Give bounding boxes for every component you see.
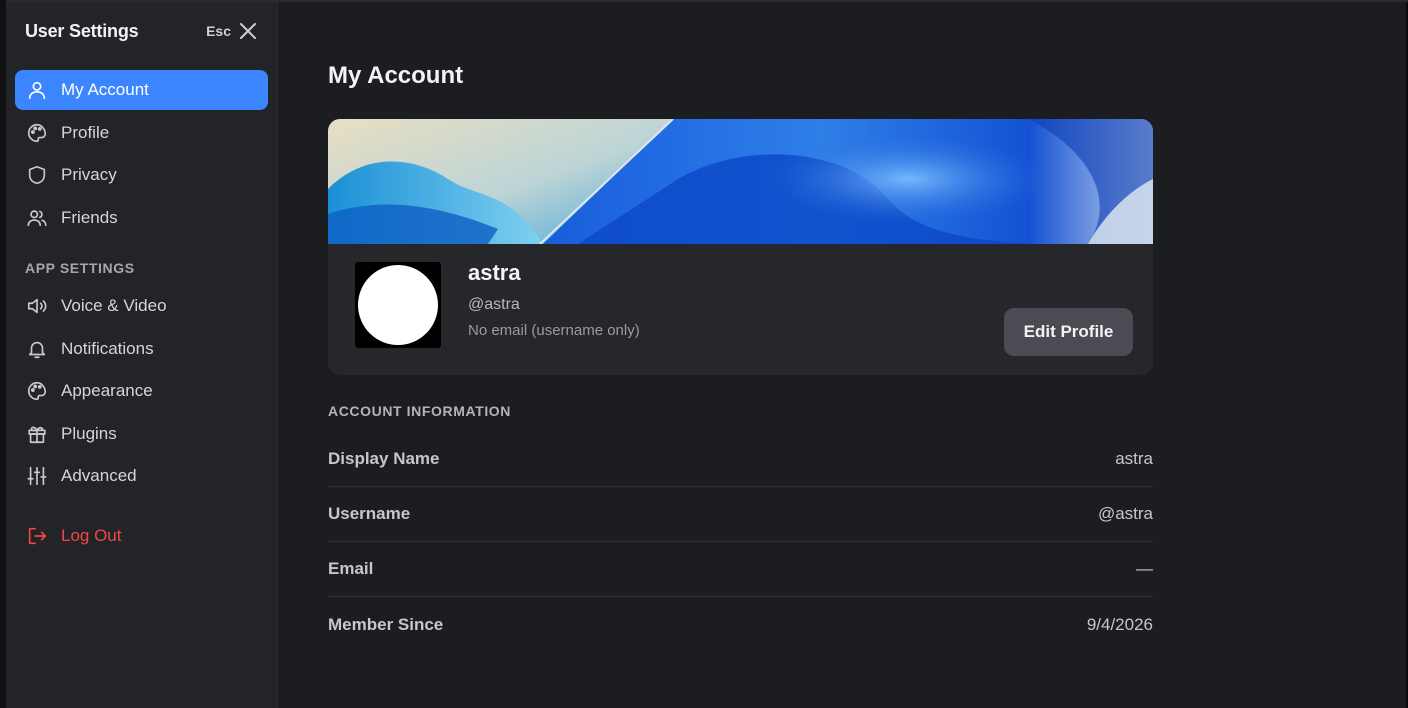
account-info-table: Display Name astra Username @astra Email… bbox=[328, 432, 1153, 652]
speaker-icon bbox=[25, 294, 49, 318]
settings-content: My Account astra @astra No email (userna… bbox=[278, 2, 1406, 708]
sidebar-item-friends[interactable]: Friends bbox=[15, 198, 268, 238]
info-row-email: Email — bbox=[328, 542, 1153, 597]
esc-label: Esc bbox=[206, 23, 231, 39]
shield-icon bbox=[25, 163, 49, 187]
sidebar-item-label: Appearance bbox=[61, 381, 153, 400]
gift-icon bbox=[25, 422, 49, 446]
sidebar-title: User Settings bbox=[25, 21, 139, 41]
bell-icon bbox=[25, 337, 49, 361]
palette-icon bbox=[25, 121, 49, 145]
edit-profile-button[interactable]: Edit Profile bbox=[1004, 308, 1133, 356]
account-information-heading: ACCOUNT INFORMATION bbox=[328, 403, 512, 419]
sidebar-item-label: My Account bbox=[61, 80, 149, 99]
sidebar-item-profile[interactable]: Profile bbox=[15, 113, 268, 153]
info-key: Display Name bbox=[328, 449, 440, 468]
sidebar-item-plugins[interactable]: Plugins bbox=[15, 414, 268, 454]
profile-email-note: No email (username only) bbox=[468, 322, 640, 339]
profile-banner bbox=[328, 119, 1153, 244]
info-key: Member Since bbox=[328, 614, 444, 634]
info-value: 9/4/2026 bbox=[1086, 614, 1153, 634]
sidebar-item-notifications[interactable]: Notifications bbox=[15, 329, 268, 369]
sidebar-item-label: Profile bbox=[61, 123, 110, 142]
avatar[interactable] bbox=[355, 262, 441, 348]
info-key: Email bbox=[328, 559, 374, 578]
users-icon bbox=[25, 206, 49, 230]
info-row-username: Username @astra bbox=[328, 487, 1153, 542]
logout-button[interactable]: Log Out bbox=[15, 516, 268, 556]
logout-label: Log Out bbox=[61, 526, 122, 545]
info-value: — bbox=[1136, 559, 1153, 578]
sidebar-item-label: Notifications bbox=[61, 339, 154, 358]
info-value: @astra bbox=[1097, 504, 1153, 523]
sidebar-item-label: Voice & Video bbox=[61, 296, 167, 315]
sliders-icon bbox=[25, 464, 49, 488]
settings-sidebar: User Settings Esc My Account Profile Pri… bbox=[6, 2, 278, 708]
sidebar-item-label: Plugins bbox=[61, 424, 117, 443]
close-settings-button[interactable]: Esc bbox=[206, 22, 257, 40]
sidebar-item-label: Advanced bbox=[61, 466, 137, 485]
sidebar-item-label: Friends bbox=[61, 208, 118, 227]
logout-icon bbox=[25, 524, 49, 548]
app-settings-heading: APP SETTINGS bbox=[25, 260, 135, 276]
profile-card: astra @astra No email (username only) Ed… bbox=[328, 119, 1153, 375]
palette-icon bbox=[25, 379, 49, 403]
sidebar-item-appearance[interactable]: Appearance bbox=[15, 371, 268, 411]
sidebar-item-my-account[interactable]: My Account bbox=[15, 70, 268, 110]
info-value: astra bbox=[1115, 449, 1153, 468]
sidebar-item-label: Privacy bbox=[61, 165, 117, 184]
page-title: My Account bbox=[328, 62, 464, 89]
info-row-member-since: Member Since 9/4/2026 bbox=[328, 597, 1153, 652]
sidebar-item-voice-video[interactable]: Voice & Video bbox=[15, 286, 268, 326]
avatar-image bbox=[358, 265, 438, 345]
profile-display-name: astra bbox=[468, 260, 521, 285]
info-key: Username bbox=[328, 504, 411, 523]
profile-handle: @astra bbox=[468, 296, 520, 313]
close-icon[interactable] bbox=[239, 22, 257, 40]
sidebar-item-privacy[interactable]: Privacy bbox=[15, 155, 268, 195]
sidebar-item-advanced[interactable]: Advanced bbox=[15, 456, 268, 496]
user-icon bbox=[25, 78, 49, 102]
info-row-display-name: Display Name astra bbox=[328, 432, 1153, 487]
sidebar-header: User Settings Esc bbox=[25, 21, 261, 45]
